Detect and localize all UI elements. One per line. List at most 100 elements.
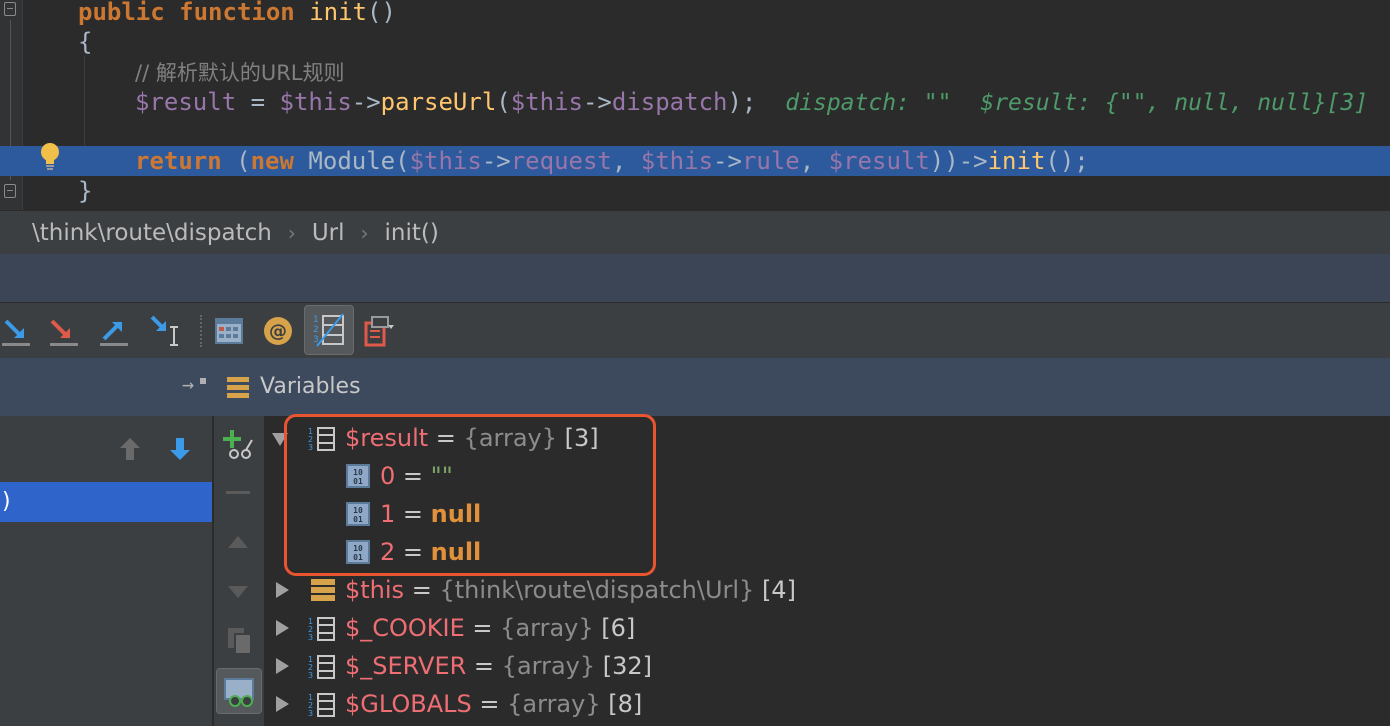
var-name: $_SERVER (345, 652, 467, 680)
var-count: [4] (754, 576, 796, 604)
expand-arrow-icon[interactable] (276, 658, 289, 674)
var-type: {array} (500, 614, 594, 642)
code-line-return-current[interactable]: return (new Module($this->request, $this… (0, 146, 1390, 176)
breadcrumb: \think\route\dispatch › Url › init() (0, 210, 1390, 254)
variables-title: Variables (260, 374, 361, 399)
class-module: Module( (293, 147, 410, 175)
force-step-into-icon[interactable] (46, 311, 86, 351)
function-parens: () (367, 0, 396, 26)
code-comment: // 解析默认的URL规则 (135, 61, 345, 85)
breadcrumb-separator: › (360, 220, 369, 245)
frames-panel: ) (0, 416, 212, 726)
code-editor[interactable]: public function init() { // 解析默认的URL规则 $… (0, 0, 1390, 210)
tree-row-cookie[interactable]: 1 2 3 $_COOKIE = {array} [6] (264, 609, 1390, 647)
move-watch-up-icon[interactable] (226, 534, 250, 550)
debug-toolbar: @ 1 2 3 (0, 302, 1390, 358)
close-brace: } (78, 177, 93, 205)
frame-up-icon[interactable] (118, 436, 142, 462)
show-values-toggle[interactable]: 1 2 3 (304, 305, 354, 355)
method-init: init (987, 147, 1046, 175)
variables-icon (227, 377, 249, 398)
equals: = (464, 614, 501, 642)
tree-row-globals[interactable]: 1 2 3 $GLOBALS = {array} [8] (264, 685, 1390, 723)
arrow-op: -> (713, 147, 742, 175)
evaluate-expression-icon[interactable] (210, 311, 250, 351)
remove-watch-icon[interactable] (226, 491, 250, 494)
show-values-icon: 1 2 3 (313, 313, 344, 347)
tree-row-this[interactable]: $this = {think\route\dispatch\Url} [4] (264, 571, 1390, 609)
expand-arrow-icon[interactable] (276, 620, 289, 636)
breadcrumb-separator: › (287, 220, 296, 245)
svg-text:3: 3 (308, 633, 313, 642)
var-this: $this (279, 88, 352, 116)
method-parseurl: parseUrl (380, 88, 497, 116)
code-line-open-brace[interactable]: { (0, 27, 1390, 57)
code-line-parse-url[interactable]: $result = $this->parseUrl($this->dispatc… (0, 87, 1390, 117)
breadcrumb-item-namespace[interactable]: \think\route\dispatch (32, 220, 272, 246)
move-watch-down-icon[interactable] (226, 584, 250, 600)
toggle-watches-icon[interactable]: @ (258, 311, 298, 351)
expand-arrow-icon[interactable] (276, 582, 289, 598)
expand-arrow-icon[interactable] (276, 696, 289, 712)
arrow-op: -> (958, 147, 988, 175)
step-over-icon[interactable] (0, 311, 40, 351)
var-result: $result (135, 88, 237, 116)
keyword-function: function (179, 0, 295, 26)
watches-icon (224, 678, 254, 707)
array-icon: 1 2 3 (308, 617, 335, 642)
inline-value-result: $result: {"", null, null}[3] (980, 90, 1369, 116)
arrow-op: -> (481, 147, 511, 175)
tree-row-server[interactable]: 1 2 3 $_SERVER = {array} [32] (264, 647, 1390, 685)
keyword-public: public (78, 0, 165, 26)
watches-toggle[interactable] (216, 668, 262, 714)
var-name: $GLOBALS (345, 690, 472, 718)
open-paren: ( (221, 147, 251, 175)
var-type: {array} (501, 652, 596, 680)
duplicate-watch-icon[interactable] (226, 626, 254, 656)
inline-value-dispatch: dispatch: "" (785, 90, 952, 116)
var-count: [6] (593, 614, 636, 642)
var-result: $result (828, 147, 930, 175)
toolbar-separator (200, 315, 202, 347)
breadcrumb-item-class[interactable]: Url (312, 220, 345, 246)
debug-panel-header (0, 254, 1390, 302)
keyword-return: return (135, 147, 222, 175)
step-out-icon[interactable] (96, 311, 136, 351)
variables-side-toolbar (214, 416, 264, 726)
annotation-highlight-box (284, 414, 656, 576)
svg-text:3: 3 (308, 709, 313, 718)
code-line-comment[interactable]: // 解析默认的URL规则 (0, 57, 1390, 87)
pin-tab-dot (200, 378, 206, 384)
function-name: init (309, 0, 367, 26)
var-name: $this (345, 576, 405, 604)
code-line-close-brace[interactable]: } (0, 176, 1390, 206)
comma: , (611, 147, 641, 175)
close-parens: )) (929, 147, 959, 175)
equals: = (466, 652, 502, 680)
lightbulb-icon[interactable] (38, 142, 62, 172)
arg-dispatch: dispatch (611, 88, 728, 116)
arg-arrow: -> (582, 88, 612, 116)
restore-layout-icon[interactable] (358, 311, 398, 351)
equals: = (471, 690, 508, 718)
var-type: {array} (507, 690, 601, 718)
code-line-function-decl[interactable]: public function init() (0, 0, 1390, 27)
frame-item-selected[interactable]: ) (0, 482, 212, 522)
array-icon: 1 2 3 (308, 693, 335, 718)
var-count: [32] (595, 652, 653, 680)
pin-tab-icon[interactable]: → (182, 372, 194, 396)
run-to-cursor-icon[interactable] (148, 311, 188, 351)
equals: = (404, 576, 440, 604)
close-paren: ); (727, 88, 757, 116)
svg-text:1: 1 (313, 315, 319, 325)
arrow-op: -> (351, 88, 381, 116)
breadcrumb-item-method[interactable]: init() (385, 220, 439, 246)
frame-down-icon[interactable] (168, 436, 192, 462)
var-type: {think\route\dispatch\Url} (439, 576, 755, 604)
var-this: $this (409, 147, 482, 175)
call-end: (); (1045, 147, 1089, 175)
var-count: [8] (600, 690, 643, 718)
keyword-new: new (250, 147, 294, 175)
prop-request: request (510, 147, 612, 175)
new-watch-icon[interactable] (222, 428, 256, 460)
